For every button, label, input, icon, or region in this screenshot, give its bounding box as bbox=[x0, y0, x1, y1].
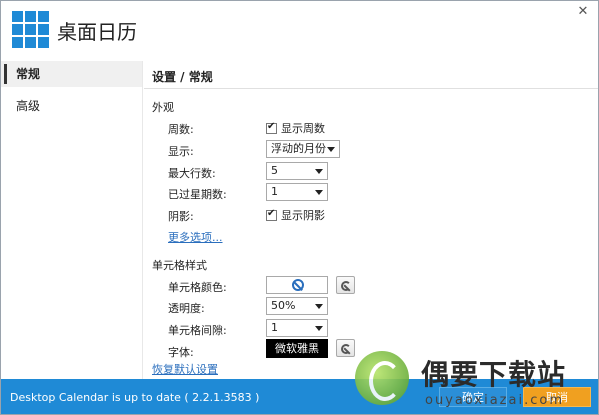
header: 桌面日历 ✕ bbox=[1, 1, 598, 61]
opacity-label: 透明度: bbox=[168, 302, 205, 315]
cell-spacing-select-value: 1 bbox=[271, 321, 278, 334]
show-shadow-label: 显示阴影 bbox=[281, 209, 325, 222]
show-week-number-label: 显示周数 bbox=[281, 122, 325, 135]
status-bar: Desktop Calendar is up to date ( 2.2.1.3… bbox=[1, 379, 598, 414]
settings-window: 桌面日历 ✕ 常规 高级 设置 / 常规 外观 周数: 显示周数 显示: 浮动的… bbox=[0, 0, 599, 415]
font-preview-box[interactable]: 微软雅黑 bbox=[266, 339, 328, 358]
cell-color-settings-button[interactable] bbox=[336, 276, 355, 294]
cell-style-section-label: 单元格样式 bbox=[152, 259, 207, 272]
past-weeks-select-value: 1 bbox=[271, 185, 278, 198]
checkbox-checked-icon[interactable] bbox=[266, 208, 277, 221]
cell-color-picker[interactable] bbox=[266, 276, 328, 294]
week-number-label: 周数: bbox=[168, 123, 194, 136]
past-weeks-label: 已过星期数: bbox=[168, 188, 227, 201]
show-shadow-checkbox[interactable]: 显示阴影 bbox=[266, 207, 325, 223]
title-divider bbox=[144, 88, 598, 89]
sidebar: 常规 高级 bbox=[1, 61, 143, 379]
restore-defaults-link[interactable]: 恢复默认设置 bbox=[152, 361, 218, 377]
max-rows-select[interactable]: 5 bbox=[266, 162, 328, 180]
max-rows-label: 最大行数: bbox=[168, 167, 216, 180]
display-select[interactable]: 浮动的月份 bbox=[266, 140, 340, 158]
display-label: 显示: bbox=[168, 145, 194, 158]
page-title: 设置 / 常规 bbox=[152, 70, 213, 84]
show-week-number-checkbox[interactable]: 显示周数 bbox=[266, 120, 325, 136]
cell-spacing-label: 单元格间隙: bbox=[168, 324, 227, 337]
display-select-value: 浮动的月份 bbox=[271, 142, 326, 155]
shadow-label: 阴影: bbox=[168, 210, 194, 223]
chevron-down-icon bbox=[327, 147, 335, 152]
wrench-icon bbox=[340, 343, 351, 354]
app-logo-icon bbox=[12, 11, 50, 49]
appearance-section-label: 外观 bbox=[152, 101, 174, 114]
update-status-text: Desktop Calendar is up to date ( 2.2.1.3… bbox=[10, 391, 260, 404]
cell-spacing-select[interactable]: 1 bbox=[266, 319, 328, 337]
chevron-down-icon bbox=[315, 190, 323, 195]
sidebar-item-general[interactable]: 常规 bbox=[1, 61, 142, 87]
cancel-button[interactable]: 取消 bbox=[523, 387, 591, 407]
no-color-icon bbox=[292, 279, 304, 291]
max-rows-select-value: 5 bbox=[271, 164, 278, 177]
wrench-icon bbox=[340, 280, 351, 291]
opacity-select[interactable]: 50% bbox=[266, 297, 328, 315]
chevron-down-icon bbox=[315, 326, 323, 331]
ok-button[interactable]: 确定 bbox=[439, 387, 507, 407]
cell-color-label: 单元格颜色: bbox=[168, 281, 227, 294]
settings-content: 设置 / 常规 外观 周数: 显示周数 显示: 浮动的月份 最大行数: 5 已过… bbox=[144, 61, 598, 379]
checkbox-checked-icon[interactable] bbox=[266, 121, 277, 134]
opacity-select-value: 50% bbox=[271, 299, 296, 312]
past-weeks-select[interactable]: 1 bbox=[266, 183, 328, 201]
sidebar-item-advanced[interactable]: 高级 bbox=[1, 93, 142, 119]
app-title: 桌面日历 bbox=[57, 20, 137, 44]
font-label: 字体: bbox=[168, 346, 194, 359]
more-options-link[interactable]: 更多选项... bbox=[168, 229, 223, 245]
chevron-down-icon bbox=[315, 304, 323, 309]
font-settings-button[interactable] bbox=[336, 339, 355, 357]
chevron-down-icon bbox=[315, 169, 323, 174]
close-icon[interactable]: ✕ bbox=[576, 5, 590, 19]
